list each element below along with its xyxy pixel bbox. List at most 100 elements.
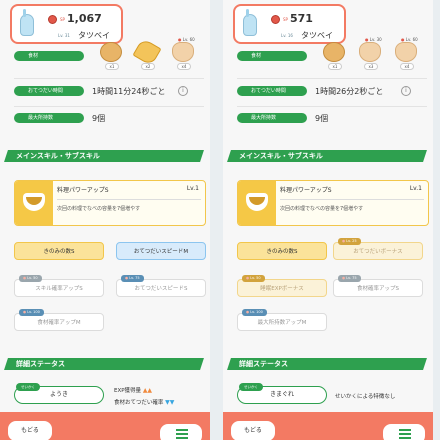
cooking-pot-icon	[246, 193, 268, 211]
menu-icon	[176, 429, 188, 431]
lock-icon: ●	[23, 310, 27, 314]
sub-skill-1[interactable]: きのみの数S	[237, 242, 327, 260]
sp-label: SP	[60, 17, 65, 22]
sub-skill-5[interactable]: ● Lv. 100 最大所持数アップM	[237, 309, 327, 331]
ingredient-slot-3[interactable]: ● Lv. 60 x4	[168, 37, 200, 70]
unlock-level-tag: ● Lv. 50	[19, 275, 42, 282]
ingredient-count: x1	[328, 63, 342, 70]
divider	[14, 78, 204, 79]
main-skill-card[interactable]: 料理パワーアップS Lv.1 次回の料理でなべの容量を7個増やす	[237, 180, 429, 226]
info-icon[interactable]: i	[178, 86, 188, 96]
ingredient-count: x1	[105, 63, 119, 70]
nature-effect-none: せいかくによる特徴なし	[335, 394, 396, 400]
lock-icon: ●	[246, 310, 250, 314]
unlock-level-tag: ● Lv. 100	[242, 309, 267, 316]
ingredient-slot-1[interactable]: x1	[319, 38, 351, 70]
unlock-level-tag: ● Lv. 75	[338, 275, 361, 282]
paw-icon	[395, 42, 417, 62]
cooking-pot-icon	[23, 193, 45, 211]
lock-icon: ●	[342, 239, 346, 243]
lock-icon: ●	[246, 276, 250, 280]
nature-effect-down: 食材おてつだい確率 ▼▼	[114, 399, 175, 406]
bottom-bar: もどる	[0, 412, 210, 440]
unlock-level-tag: ● Lv. 50	[242, 275, 265, 282]
menu-button[interactable]	[160, 424, 202, 440]
main-skill-icon-frame	[238, 181, 276, 225]
bottom-bar: もどる	[223, 412, 433, 440]
divider	[280, 199, 424, 200]
back-button[interactable]: もどる	[8, 421, 52, 440]
lock-icon: ●	[23, 276, 27, 280]
ingredients-label: 食材	[237, 51, 307, 61]
back-button[interactable]: もどる	[231, 421, 275, 440]
main-skill-name: 料理パワーアップS	[280, 187, 332, 194]
help-time-label: おてつだい時間	[237, 86, 307, 96]
sub-skill-2[interactable]: おてつだいスピードM	[116, 242, 206, 260]
ingredient-slot-2[interactable]: ● Lv. 30 x3	[355, 37, 387, 70]
paw-icon	[172, 42, 194, 62]
pokemon-detail-panel-right: SP 571 Lv. 16 タツベイ 食材 x1 ● Lv. 30 x3 ● L…	[223, 0, 433, 440]
pokemon-detail-panel-left: SP 1,067 Lv. 31 タツベイ 食材 x1 x2 ● Lv. 60 x…	[0, 0, 210, 440]
sp-value: 1,067	[67, 12, 102, 25]
help-time-label: おてつだい時間	[14, 86, 84, 96]
divider	[237, 78, 427, 79]
menu-button[interactable]	[383, 424, 425, 440]
ingredient-slot-3[interactable]: ● Lv. 60 x4	[391, 37, 423, 70]
pokemon-icon	[243, 9, 257, 36]
detail-section-header: 詳細ステータス	[0, 358, 210, 370]
sub-skill-4[interactable]: ● Lv. 75 食材確率アップS	[333, 275, 423, 297]
sub-skill-3[interactable]: ● Lv. 50 スキル確率アップS	[14, 275, 104, 297]
pokemon-level: Lv. 31	[58, 33, 70, 38]
divider	[237, 106, 427, 107]
sp-icon	[271, 15, 280, 24]
divider	[14, 106, 204, 107]
ingredient-count: x2	[141, 63, 155, 70]
leaf-icon	[132, 37, 162, 67]
sub-skill-1[interactable]: きのみの数S	[14, 242, 104, 260]
main-skill-description: 次回の料理でなべの容量を7個増やす	[280, 206, 364, 212]
sub-skill-4[interactable]: ● Lv. 75 おてつだいスピードS	[116, 275, 206, 297]
nature-tag: せいかく	[239, 383, 263, 391]
max-inventory-value: 9個	[92, 114, 106, 123]
ingredient-count: x4	[400, 63, 414, 70]
ingredient-slot-2[interactable]: x2	[132, 37, 164, 70]
nature-tag: せいかく	[16, 383, 40, 391]
nature-effect-up: EXP獲得量 ▲▲	[114, 387, 153, 394]
sp-icon	[48, 15, 57, 24]
info-icon[interactable]: i	[401, 86, 411, 96]
ingredient-count: x3	[364, 63, 378, 70]
lock-icon: ●	[125, 276, 129, 280]
menu-icon	[399, 429, 411, 431]
max-inventory-label: 最大所持数	[237, 113, 307, 123]
help-time-value: 1時間26分2秒ごと	[315, 87, 384, 96]
sub-skill-3[interactable]: ● Lv. 50 睡眠EXPボーナス	[237, 275, 327, 297]
sub-skill-2[interactable]: ● Lv. 25 おてつだいボーナス	[333, 238, 423, 260]
main-skill-name: 料理パワーアップS	[57, 187, 109, 194]
max-inventory-value: 9個	[315, 114, 329, 123]
bread-icon	[323, 42, 345, 62]
lock-icon: ●	[342, 276, 346, 280]
skills-section-header: メインスキル・サブスキル	[0, 150, 210, 162]
unlock-level-tag: ● Lv. 100	[19, 309, 44, 316]
main-skill-icon-frame	[15, 181, 53, 225]
sub-skill-5[interactable]: ● Lv. 100 食材確率アップM	[14, 309, 104, 331]
paw-icon	[359, 42, 381, 62]
skills-section-header: メインスキル・サブスキル	[223, 150, 433, 162]
ingredient-slot-1[interactable]: x1	[96, 38, 128, 70]
main-skill-level: Lv.1	[186, 185, 199, 192]
arrow-up-icon: ▲▲	[142, 387, 153, 394]
ingredient-count: x4	[177, 63, 191, 70]
pokemon-icon	[20, 9, 34, 36]
main-skill-level: Lv.1	[409, 185, 422, 192]
sp-label: SP	[283, 17, 288, 22]
bread-icon	[100, 42, 122, 62]
detail-section-header: 詳細ステータス	[223, 358, 433, 370]
ingredients-label: 食材	[14, 51, 84, 61]
sp-value: 571	[290, 12, 313, 25]
max-inventory-label: 最大所持数	[14, 113, 84, 123]
help-time-value: 1時間11分24秒ごと	[92, 87, 166, 96]
main-skill-description: 次回の料理でなべの容量を7個増やす	[57, 206, 141, 212]
main-skill-card[interactable]: 料理パワーアップS Lv.1 次回の料理でなべの容量を7個増やす	[14, 180, 206, 226]
divider	[57, 199, 201, 200]
pokemon-level: Lv. 16	[281, 33, 293, 38]
